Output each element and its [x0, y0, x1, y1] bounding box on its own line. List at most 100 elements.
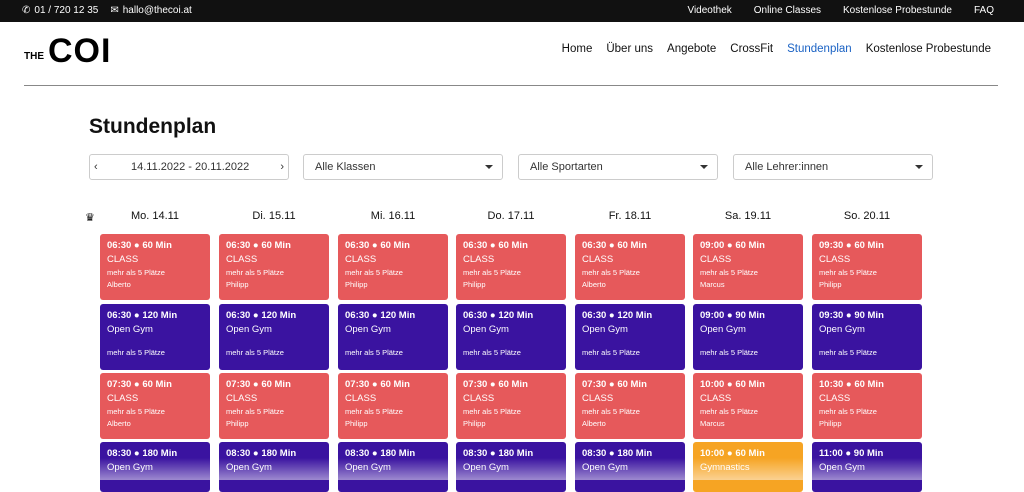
nav-ueber-uns[interactable]: Über uns	[606, 43, 653, 55]
nav-stundenplan[interactable]: Stundenplan	[787, 43, 852, 55]
class-time: 10:00 ● 60 Min	[700, 379, 765, 390]
class-spots: mehr als 5 Plätze	[463, 348, 521, 357]
class-card[interactable]: 08:30 ● 180 Min Open Gym	[575, 442, 685, 492]
class-time: 06:30 ● 60 Min	[463, 240, 528, 251]
logo[interactable]: THE COI	[24, 34, 111, 68]
class-time: 09:30 ● 90 Min	[819, 310, 884, 321]
class-card[interactable]: 09:00 ● 90 Min Open Gym mehr als 5 Plätze	[693, 304, 803, 370]
class-card[interactable]: 09:30 ● 90 Min Open Gym mehr als 5 Plätze	[812, 304, 922, 370]
class-coach: Philipp	[463, 419, 486, 428]
class-name: CLASS	[463, 254, 495, 265]
class-coach: Alberto	[107, 419, 131, 428]
class-coach: Alberto	[582, 280, 606, 289]
class-card[interactable]: 10:00 ● 60 Min CLASS mehr als 5 Plätze Marc…	[693, 373, 803, 439]
nav-home[interactable]: Home	[562, 43, 593, 55]
email-contact[interactable]: ✉ hallo@thecoi.at	[110, 5, 191, 16]
class-card[interactable]: 08:30 ● 180 Min Open Gym	[338, 442, 448, 492]
crown-icon[interactable]: ♛	[85, 211, 95, 224]
class-name: Open Gym	[700, 324, 746, 335]
class-card[interactable]: 08:30 ● 180 Min Open Gym	[219, 442, 329, 492]
date-range-picker[interactable]: ‹ 14.11.2022 - 20.11.2022 ›	[89, 154, 289, 180]
class-name: CLASS	[582, 254, 614, 265]
day-header: Di. 15.11	[252, 210, 296, 222]
sports-select-value: Alle Sportarten	[530, 161, 603, 173]
class-card[interactable]: 09:30 ● 60 Min CLASS mehr als 5 Plätze Phil…	[812, 234, 922, 300]
class-time: 07:30 ● 60 Min	[226, 379, 291, 390]
topbar-link-online-classes[interactable]: Online Classes	[754, 5, 821, 16]
class-card[interactable]: 08:30 ● 180 Min Open Gym	[100, 442, 210, 492]
day-header: Mi. 16.11	[370, 210, 416, 222]
teachers-select[interactable]: Alle Lehrer:innen	[733, 154, 933, 180]
nav-angebote[interactable]: Angebote	[667, 43, 716, 55]
class-spots: mehr als 5 Plätze	[582, 268, 640, 277]
class-card[interactable]: 07:30 ● 60 Min CLASS mehr als 5 Plätze Phil…	[338, 373, 448, 439]
class-time: 08:30 ● 180 Min	[345, 448, 416, 459]
class-coach: Alberto	[582, 419, 606, 428]
class-coach: Marcus	[700, 280, 725, 289]
class-coach: Philipp	[226, 280, 249, 289]
class-time: 08:30 ● 180 Min	[226, 448, 297, 459]
class-name: CLASS	[819, 393, 851, 404]
class-time: 06:30 ● 120 Min	[226, 310, 297, 321]
topbar-link-probestunde[interactable]: Kostenlose Probestunde	[843, 5, 952, 16]
class-card[interactable]: 06:30 ● 120 Min Open Gym mehr als 5 Plätze	[456, 304, 566, 370]
class-card[interactable]: 11:00 ● 90 Min Open Gym	[812, 442, 922, 492]
class-card[interactable]: 10:00 ● 60 Min Gymnastics	[693, 442, 803, 492]
class-name: Open Gym	[345, 462, 391, 473]
class-card[interactable]: 07:30 ● 60 Min CLASS mehr als 5 Plätze Phil…	[456, 373, 566, 439]
class-time: 11:00 ● 90 Min	[819, 448, 884, 459]
sports-select[interactable]: Alle Sportarten	[518, 154, 718, 180]
mail-icon: ✉	[110, 5, 119, 16]
logo-big-text: COI	[48, 32, 112, 70]
class-card[interactable]: 06:30 ● 120 Min Open Gym mehr als 5 Plätze	[100, 304, 210, 370]
phone-contact[interactable]: ✆ 01 / 720 12 35	[22, 5, 98, 16]
class-card[interactable]: 06:30 ● 60 Min CLASS mehr als 5 Plätze Phil…	[456, 234, 566, 300]
class-spots: mehr als 5 Plätze	[700, 407, 758, 416]
class-spots: mehr als 5 Plätze	[226, 268, 284, 277]
class-card[interactable]: 06:30 ● 60 Min CLASS mehr als 5 Plätze Phil…	[219, 234, 329, 300]
day-header: Sa. 19.11	[724, 210, 772, 222]
class-spots: mehr als 5 Plätze	[345, 407, 403, 416]
class-card[interactable]: 07:30 ● 60 Min CLASS mehr als 5 Plätze Phil…	[219, 373, 329, 439]
classes-select[interactable]: Alle Klassen	[303, 154, 503, 180]
topbar-link-videothek[interactable]: Videothek	[687, 5, 731, 16]
class-coach: Philipp	[226, 419, 249, 428]
class-card[interactable]: 08:30 ● 180 Min Open Gym	[456, 442, 566, 492]
class-time: 08:30 ● 180 Min	[463, 448, 534, 459]
caret-down-icon	[700, 165, 708, 169]
class-card[interactable]: 07:30 ● 60 Min CLASS mehr als 5 Plätze Albe…	[100, 373, 210, 439]
class-card[interactable]: 06:30 ● 60 Min CLASS mehr als 5 Plätze Albe…	[100, 234, 210, 300]
class-card[interactable]: 06:30 ● 120 Min Open Gym mehr als 5 Plätze	[338, 304, 448, 370]
class-time: 07:30 ● 60 Min	[345, 379, 410, 390]
class-card[interactable]: 06:30 ● 120 Min Open Gym mehr als 5 Plätze	[219, 304, 329, 370]
class-spots: mehr als 5 Plätze	[345, 268, 403, 277]
chevron-right-icon[interactable]: ›	[280, 161, 284, 173]
topbar-link-faq[interactable]: FAQ	[974, 5, 994, 16]
class-spots: mehr als 5 Plätze	[819, 268, 877, 277]
class-spots: mehr als 5 Plätze	[463, 268, 521, 277]
chevron-left-icon[interactable]: ‹	[94, 161, 98, 173]
class-card[interactable]: 09:00 ● 60 Min CLASS mehr als 5 Plätze Marc…	[693, 234, 803, 300]
class-coach: Philipp	[345, 280, 368, 289]
class-name: Open Gym	[463, 324, 509, 335]
class-time: 06:30 ● 60 Min	[582, 240, 647, 251]
day-header: Do. 17.11	[487, 210, 535, 222]
class-card[interactable]: 07:30 ● 60 Min CLASS mehr als 5 Plätze Albe…	[575, 373, 685, 439]
caret-down-icon	[485, 165, 493, 169]
class-coach: Philipp	[463, 280, 486, 289]
class-card[interactable]: 10:30 ● 60 Min CLASS mehr als 5 Plätze Phil…	[812, 373, 922, 439]
class-card[interactable]: 06:30 ● 60 Min CLASS mehr als 5 Plätze Phil…	[338, 234, 448, 300]
class-name: CLASS	[107, 393, 139, 404]
class-time: 06:30 ● 60 Min	[226, 240, 291, 251]
class-time: 10:00 ● 60 Min	[700, 448, 765, 459]
phone-icon: ✆	[22, 5, 31, 16]
class-card[interactable]: 06:30 ● 120 Min Open Gym mehr als 5 Plätze	[575, 304, 685, 370]
class-time: 07:30 ● 60 Min	[107, 379, 172, 390]
day-header: Fr. 18.11	[608, 210, 652, 222]
nav-crossfit[interactable]: CrossFit	[730, 43, 773, 55]
nav-probestunde[interactable]: Kostenlose Probestunde	[866, 43, 991, 55]
class-coach: Philipp	[819, 280, 842, 289]
class-card[interactable]: 06:30 ● 60 Min CLASS mehr als 5 Plätze Albe…	[575, 234, 685, 300]
class-name: Open Gym	[819, 462, 865, 473]
class-name: Open Gym	[226, 324, 272, 335]
